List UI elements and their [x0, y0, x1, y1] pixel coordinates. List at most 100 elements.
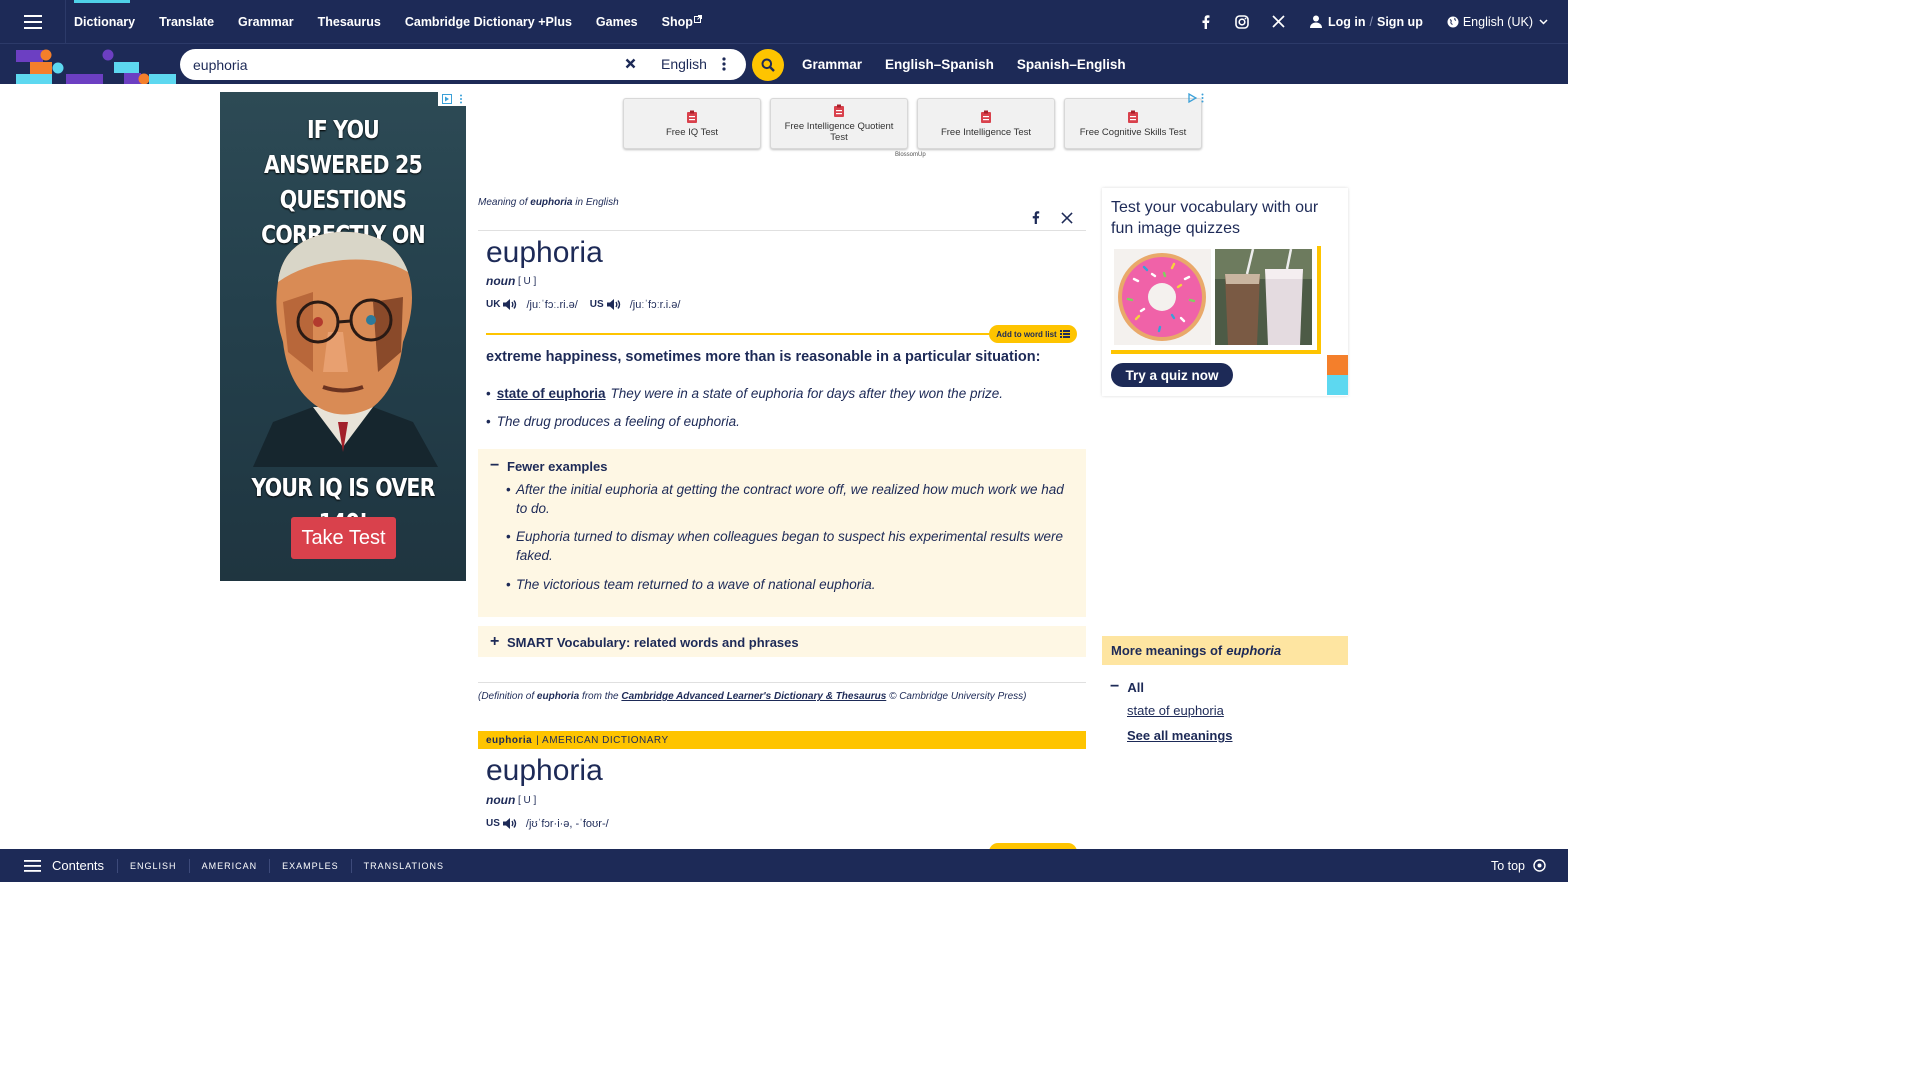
smart-vocabulary-toggle[interactable]: + SMART Vocabulary: related words and ph… [490, 633, 799, 651]
test-clipboard-icon [833, 104, 844, 117]
contents-label: Contents [52, 858, 105, 873]
x-link[interactable] [1260, 15, 1296, 28]
ad-tile-label: Free Intelligence Test [940, 126, 1032, 138]
speaker-uk-icon[interactable] [502, 298, 518, 311]
speaker-us-icon[interactable] [502, 817, 518, 830]
search-input[interactable] [193, 56, 613, 73]
to-top-button[interactable]: To top [1491, 859, 1546, 873]
bullet: • [506, 529, 511, 544]
quicklink-grammar[interactable]: Grammar [802, 57, 862, 72]
test-clipboard-icon [1127, 110, 1138, 123]
meaning-link[interactable]: state of euphoria [1127, 703, 1224, 718]
facebook-link[interactable] [1188, 14, 1224, 29]
pronunciations: UK /juːˈfɔː.ri.ə/ US /juːˈfɔːr.i.ə/ [486, 298, 692, 311]
extra-example: • Euphoria turned to dismay when colleagu… [506, 527, 1066, 565]
see-all-meanings-link[interactable]: See all meanings [1127, 728, 1233, 743]
source-dictionary-link[interactable]: Cambridge Advanced Learner's Dictionary … [621, 691, 886, 702]
quiz-title: Test your vocabulary with our fun image … [1111, 199, 1319, 237]
user-icon [1310, 15, 1323, 28]
globe-icon [1447, 16, 1459, 27]
share-x-icon[interactable] [1061, 212, 1073, 224]
speaker-us-icon[interactable] [606, 298, 622, 311]
ad-take-test-button[interactable]: Take Test [291, 517, 396, 559]
nav-grammar[interactable]: Grammar [226, 0, 306, 43]
more-meanings-heading: More meanings of euphoria [1102, 636, 1348, 665]
ad-portrait-illustration [253, 231, 438, 467]
nav-plus[interactable]: Cambridge Dictionary +Plus [393, 0, 584, 43]
nav-label: Dictionary [74, 14, 136, 29]
sense-divider [486, 333, 996, 335]
smart-vocabulary-box: + SMART Vocabulary: related words and ph… [478, 626, 1086, 657]
add-to-word-list-button[interactable]: Add to word list [989, 325, 1077, 343]
part-of-speech: noun [486, 274, 516, 288]
us-region-label: US [486, 818, 500, 829]
search-button[interactable] [752, 49, 784, 81]
nav-thesaurus[interactable]: Thesaurus [306, 0, 393, 43]
quick-links: Grammar English–Spanish Spanish–English [802, 44, 1149, 85]
instagram-link[interactable] [1224, 14, 1260, 29]
quiz-image-milkshakes[interactable] [1215, 249, 1312, 345]
quicklink-english-spanish[interactable]: English–Spanish [885, 57, 994, 72]
donut-image [1114, 249, 1211, 345]
clear-search-icon[interactable] [625, 58, 636, 69]
menu-button[interactable] [0, 0, 66, 43]
collapse-minus-icon: − [1110, 678, 1120, 695]
us-region-label: US [589, 299, 604, 310]
to-top-label: To top [1490, 858, 1525, 873]
section-link-examples[interactable]: EXAMPLES [269, 858, 351, 873]
dictionary-selector[interactable]: English [661, 56, 707, 72]
arrow-up-circle-icon [1533, 859, 1546, 872]
fewer-examples-toggle[interactable]: − Fewer examples [490, 457, 607, 475]
nav-label: Cambridge Dictionary +Plus [404, 14, 572, 29]
quiz-image-donut[interactable] [1114, 249, 1211, 345]
ad-tile[interactable]: Free Cognitive Skills Test [1064, 98, 1202, 149]
bullet: • [506, 577, 511, 592]
advertisement-left[interactable]: IF YOU ANSWERED 25 QUESTIONS CORRECTLY O… [220, 92, 466, 581]
ad-tile[interactable]: Free Intelligence Test [917, 98, 1055, 149]
try-quiz-button[interactable]: Try a quiz now [1111, 363, 1233, 387]
ad-choices-badge[interactable] [1188, 93, 1204, 103]
ad-tile[interactable]: Free IQ Test [623, 98, 761, 149]
all-meanings-toggle[interactable]: − All [1110, 678, 1144, 696]
uk-ipa: /juːˈfɔː.ri.ə/ [526, 298, 578, 311]
nav-games[interactable]: Games [584, 0, 650, 43]
nav-translate[interactable]: Translate [147, 0, 226, 43]
source-word: euphoria [536, 691, 580, 702]
collapse-minus-icon: − [490, 457, 500, 474]
login-separator: / [1369, 14, 1373, 29]
more-options-icon[interactable] [722, 57, 726, 71]
ad-credit: BlossomUp [895, 152, 926, 158]
signup-link[interactable]: Sign up [1377, 15, 1423, 29]
all-label: All [1127, 679, 1144, 695]
login-signup[interactable]: Log in / Sign up [1310, 15, 1423, 29]
ad-options-icon [1201, 93, 1204, 103]
ad-choices-badge[interactable] [438, 92, 466, 106]
contents-button[interactable]: Contents [24, 858, 104, 873]
quicklink-spanish-english[interactable]: Spanish–English [1017, 57, 1126, 72]
extra-example-text: The victorious team returned to a wave o… [516, 577, 876, 592]
bullet: • [506, 482, 511, 497]
ad-choices-icon [441, 94, 452, 104]
nav-dictionary[interactable]: Dictionary [66, 0, 147, 43]
share-facebook-icon[interactable] [1032, 211, 1040, 224]
example-phrase-link[interactable]: state of euphoria [497, 386, 606, 401]
american-dictionary-bar: euphoria | AMERICAN DICTIONARY [478, 731, 1086, 749]
american-us-ipa: /jʊˈfɔr·i·ə, -ˈfoʊr-/ [525, 817, 609, 830]
more-examples-box: − Fewer examples • After the initial euph… [478, 449, 1086, 617]
section-link-american[interactable]: AMERICAN [188, 858, 270, 873]
meaning-suffix: in English [575, 197, 619, 208]
section-link-translations[interactable]: TRANSLATIONS [350, 858, 456, 873]
section-link-english[interactable]: ENGLISH [117, 858, 189, 873]
ad-options-icon [459, 94, 462, 104]
cambridge-logo[interactable] [16, 47, 176, 84]
language-selector[interactable]: English (UK) [1447, 15, 1548, 29]
extra-example: • The victorious team returned to a wave … [506, 575, 1066, 594]
ad-tile-label: Free IQ Test [665, 126, 719, 138]
american-pronunciation: US /jʊˈfɔr·i·ə, -ˈfoʊr-/ [486, 817, 621, 830]
login-link[interactable]: Log in [1328, 15, 1366, 29]
hamburger-icon [23, 14, 42, 29]
nav-shop[interactable]: Shop [650, 0, 714, 43]
search-icon [761, 58, 775, 72]
milkshake-image [1215, 249, 1312, 345]
ad-tile[interactable]: Free Intelligence Quotient Test [770, 98, 908, 149]
